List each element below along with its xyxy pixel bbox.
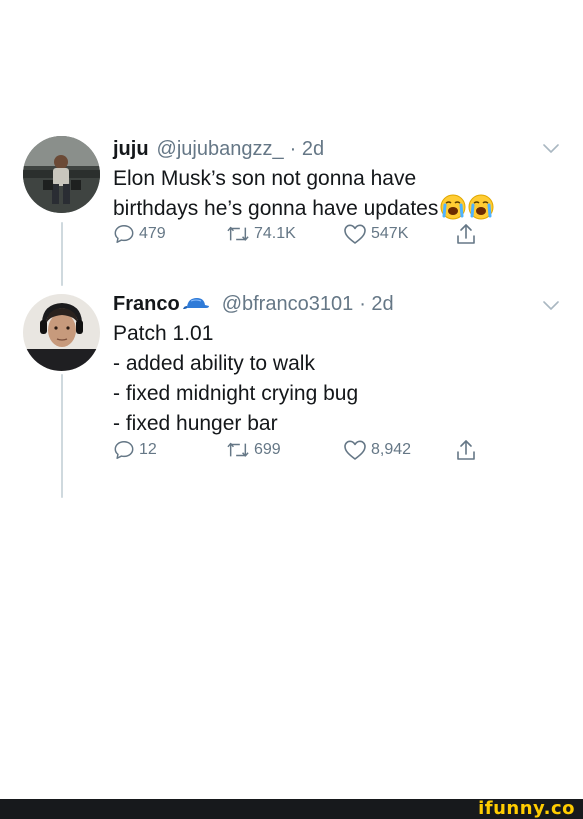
like-button[interactable]: 8,942 bbox=[343, 439, 411, 461]
like-count: 8,942 bbox=[371, 441, 412, 458]
reply-button[interactable]: 12 bbox=[113, 439, 157, 461]
tweet-1[interactable]: juju @jujubangzz_ · 2d Elon Musk’s son n… bbox=[113, 136, 559, 224]
heart-icon bbox=[344, 224, 366, 244]
retweet-count: 74.1K bbox=[254, 225, 296, 242]
share-button[interactable] bbox=[455, 222, 477, 246]
chevron-down-icon[interactable] bbox=[543, 301, 559, 311]
avatar-juju[interactable] bbox=[23, 136, 100, 213]
avatar-franco[interactable] bbox=[23, 294, 100, 371]
tweet-2-handle[interactable]: @bfranco3101 bbox=[222, 291, 354, 317]
tweet-1-timestamp[interactable]: · 2d bbox=[290, 136, 324, 162]
reply-count: 12 bbox=[139, 441, 157, 458]
tweet-2-header: Franco @bfranco3101 · 2d bbox=[113, 291, 559, 317]
retweet-count: 699 bbox=[254, 441, 281, 458]
tweet-2-text-line: - added ability to walk bbox=[113, 352, 315, 375]
tweet-2-text-line: - fixed hunger bar bbox=[113, 412, 278, 435]
tweet-1-display-name[interactable]: juju bbox=[113, 136, 149, 162]
watermark-bar: ifunny.co bbox=[0, 799, 583, 819]
retweet-icon bbox=[227, 442, 249, 457]
tweet-2-text-line: Patch 1.01 bbox=[113, 322, 214, 345]
like-button[interactable]: 547K bbox=[343, 223, 408, 245]
tweet-1-handle[interactable]: @jujubangzz_ bbox=[157, 136, 284, 162]
retweet-button[interactable]: 699 bbox=[226, 439, 281, 461]
heart-icon bbox=[344, 440, 366, 460]
like-count: 547K bbox=[371, 225, 409, 242]
blue-cap-icon bbox=[182, 298, 209, 309]
share-icon bbox=[457, 440, 475, 460]
reply-button[interactable]: 479 bbox=[113, 223, 166, 245]
share-button[interactable] bbox=[455, 438, 477, 462]
tweet-1-text-line: Elon Musk’s son not gonna have bbox=[113, 167, 417, 190]
tweet-1-header: juju @jujubangzz_ · 2d bbox=[113, 136, 559, 162]
loudly-crying-face-icon bbox=[468, 194, 494, 220]
tweet-1-text: Elon Musk’s son not gonna have birthdays… bbox=[113, 164, 559, 224]
chevron-down-icon[interactable] bbox=[543, 144, 559, 154]
reply-icon bbox=[114, 225, 134, 243]
loudly-crying-face-icon bbox=[440, 194, 466, 220]
reply-count: 479 bbox=[139, 225, 166, 242]
tweet-1-text-line: birthdays he’s gonna have updates bbox=[113, 194, 559, 224]
tweet-2-timestamp[interactable]: · 2d bbox=[359, 291, 393, 317]
tweet-2-display-name[interactable]: Franco bbox=[113, 291, 180, 317]
avatar-franco-image bbox=[23, 294, 100, 371]
tweet-2[interactable]: Franco @bfranco3101 · 2d Patch 1.01 - ad… bbox=[113, 291, 559, 439]
tweet-2-text: Patch 1.01 - added ability to walk - fix… bbox=[113, 319, 559, 439]
ifunny-watermark: ifunny.co bbox=[478, 798, 575, 819]
thread-line-upper bbox=[61, 222, 63, 286]
tweet-1-text-line-content: birthdays he’s gonna have updates bbox=[113, 197, 439, 220]
share-icon bbox=[457, 224, 475, 244]
thread-line-lower bbox=[61, 374, 63, 498]
avatar-juju-image bbox=[23, 136, 100, 213]
reply-icon bbox=[114, 441, 134, 459]
tweet-2-text-line: - fixed midnight crying bug bbox=[113, 382, 359, 405]
retweet-icon bbox=[227, 226, 249, 241]
retweet-button[interactable]: 74.1K bbox=[226, 223, 296, 245]
